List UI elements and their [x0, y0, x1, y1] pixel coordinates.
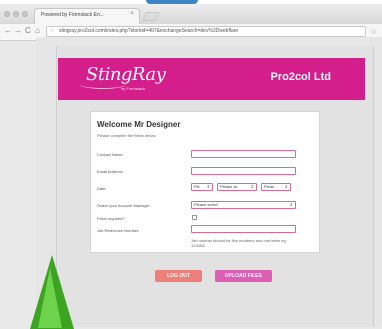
new-tab-button[interactable] [142, 12, 160, 21]
stingray-logo: StingRay [86, 64, 166, 85]
url-input[interactable]: ○ stingray.pro2col.com/index.php?storkid… [46, 26, 366, 37]
home-icon[interactable]: ⌂ [35, 26, 40, 35]
upload-files-button[interactable]: UPLOAD FILES [215, 270, 272, 282]
proof-required-checkbox[interactable] [192, 215, 197, 220]
title-bar: Powered by Formstack En... × [0, 4, 382, 24]
pointer-arrow-highlight [38, 268, 62, 328]
date-year-select[interactable]: Pleas ⇕ [261, 183, 291, 191]
reload-icon[interactable]: C [25, 26, 31, 35]
close-window-icon[interactable] [4, 11, 10, 17]
date-day-select[interactable]: Ple ⇕ [191, 183, 213, 191]
log-out-button[interactable]: LOG OUT [155, 270, 202, 282]
bookmark-star-icon[interactable]: ☆ [370, 27, 377, 36]
site-banner: StingRay by Formstack Pro2col Ltd [58, 58, 365, 100]
contact-name-input[interactable] [191, 150, 296, 158]
welcome-heading: Welcome Mr Designer [97, 120, 181, 129]
tab-title: Powered by Formstack En... [41, 12, 104, 18]
forward-icon[interactable]: → [14, 26, 22, 35]
zoom-window-icon[interactable] [22, 11, 28, 17]
email-input[interactable] [191, 167, 296, 175]
account-manager-select[interactable]: Please select ⇕ [191, 201, 296, 209]
date-label: Date: [97, 186, 107, 191]
minimize-window-icon[interactable] [13, 11, 19, 17]
back-icon[interactable]: ← [4, 26, 12, 35]
page-info-icon: ○ [50, 28, 54, 34]
contact-name-label: Contact Name: [97, 152, 124, 157]
logo-subtitle: by Formstack [121, 86, 146, 91]
job-reference-hint: Job number should be five numbers and on… [191, 238, 287, 248]
url-text: stingray.pro2col.com/index.php?storkid=4… [59, 28, 239, 34]
tab-close-icon[interactable]: × [130, 11, 134, 17]
company-name: Pro2col Ltd [270, 71, 331, 83]
account-manager-label: Select your Account Manager: [97, 203, 151, 208]
email-label: Email Address: [97, 169, 124, 174]
browser-tab[interactable]: Powered by Formstack En... × [34, 8, 140, 24]
job-reference-label: Job Reference Number: [97, 228, 140, 233]
job-reference-input[interactable] [191, 225, 296, 233]
form-intro: Please complete the fields below: [97, 133, 157, 138]
upload-form: Welcome Mr Designer Please complete the … [90, 111, 320, 253]
proof-required-label: Proof required? [97, 216, 125, 221]
date-month-select[interactable]: Please se ⇕ [217, 183, 257, 191]
